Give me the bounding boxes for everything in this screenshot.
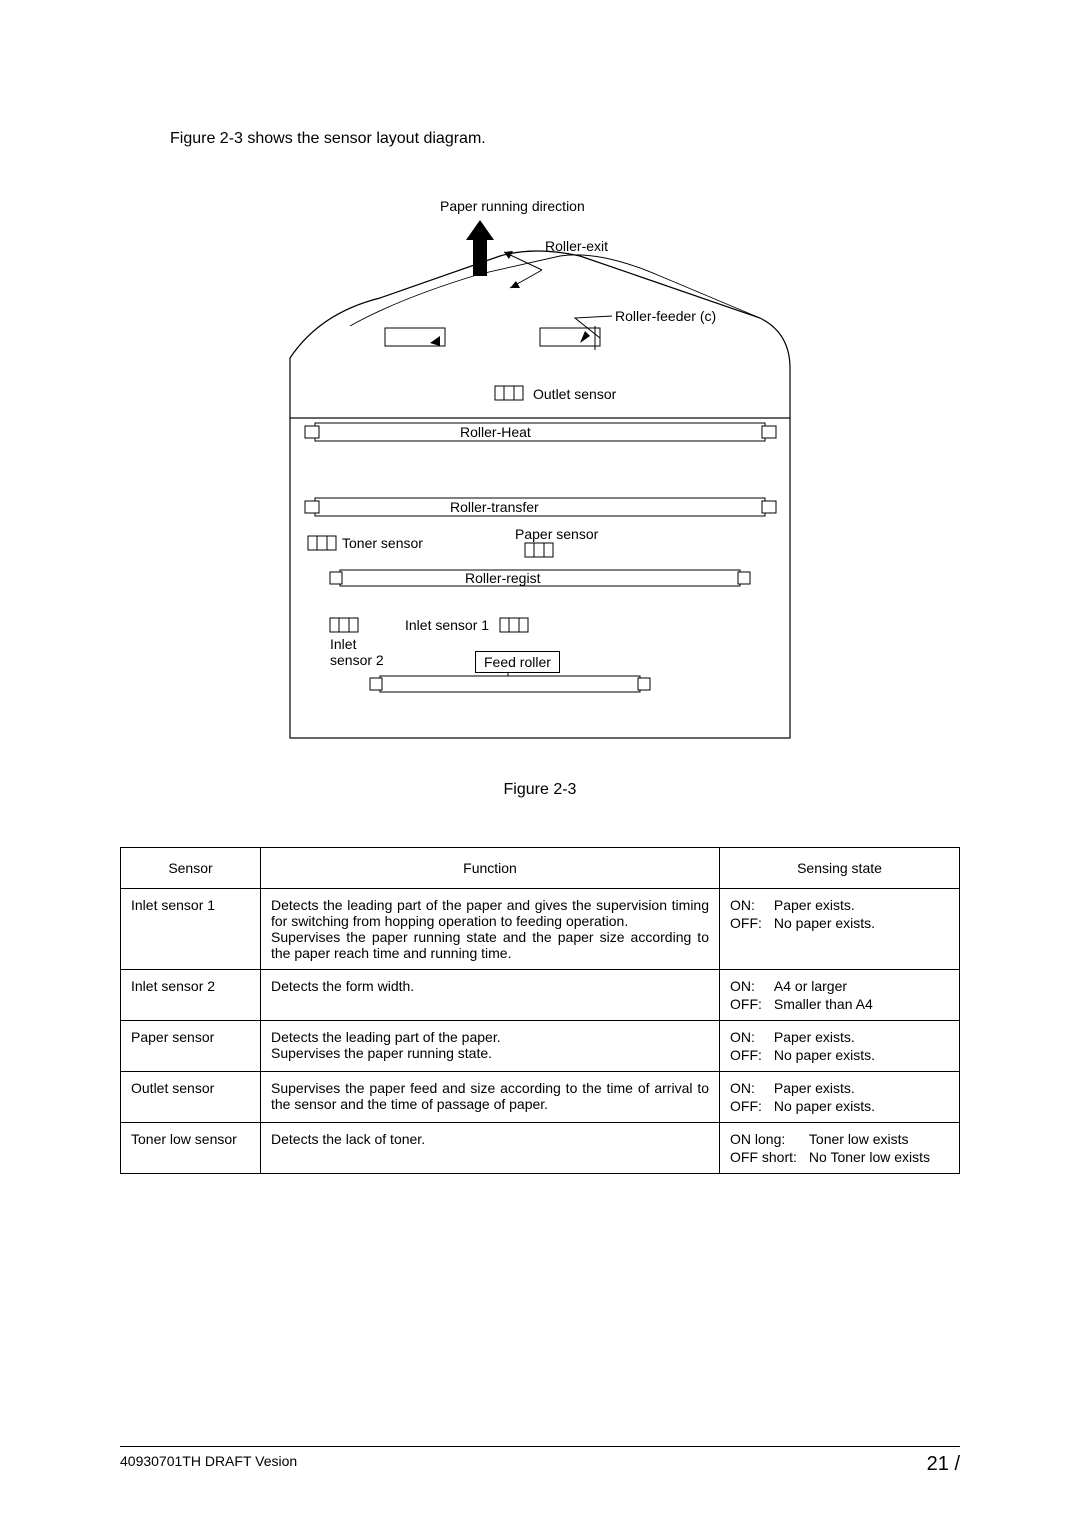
sensor-layout-diagram: Paper running direction Roller-exit Roll…	[280, 198, 800, 748]
state-value: A4 or larger	[774, 978, 949, 994]
cell-function: Supervises the paper feed and size accor…	[261, 1072, 720, 1123]
state-key: OFF:	[730, 996, 762, 1012]
table-row: Outlet sensorSupervises the paper feed a…	[121, 1072, 960, 1123]
label-feed-roller: Feed roller	[475, 651, 560, 673]
th-sensor: Sensor	[121, 848, 261, 889]
cell-function: Detects the leading part of the paper.Su…	[261, 1021, 720, 1072]
label-roller-feeder-c: Roller-feeder (c)	[615, 308, 716, 324]
cell-sensor: Paper sensor	[121, 1021, 261, 1072]
label-paper-sensor: Paper sensor	[515, 526, 598, 542]
th-function: Function	[261, 848, 720, 889]
cell-state: ON: Paper exists. OFF: No paper exists.	[720, 1021, 960, 1072]
state-value: No paper exists.	[774, 1047, 949, 1063]
label-outlet-sensor: Outlet sensor	[533, 386, 616, 402]
cell-function: Detects the form width.	[261, 970, 720, 1021]
state-key: ON:	[730, 978, 762, 994]
label-roller-heat: Roller-Heat	[460, 424, 531, 440]
label-inlet-sensor-2-line2: sensor 2	[330, 652, 384, 668]
footer-left: 40930701TH DRAFT Vesion	[120, 1453, 297, 1476]
label-paper-running-direction: Paper running direction	[440, 198, 585, 214]
label-roller-regist: Roller-regist	[465, 570, 540, 586]
state-value: No paper exists.	[774, 1098, 949, 1114]
state-value: Paper exists.	[774, 1080, 949, 1096]
cell-function: Detects the lack of toner.	[261, 1123, 720, 1174]
table-row: Inlet sensor 2Detects the form width.ON:…	[121, 970, 960, 1021]
state-key: ON:	[730, 897, 762, 913]
figure-caption: Figure 2-3	[120, 781, 960, 799]
label-roller-transfer: Roller-transfer	[450, 499, 539, 515]
sensor-table: Sensor Function Sensing state Inlet sens…	[120, 847, 960, 1174]
table-row: Paper sensorDetects the leading part of …	[121, 1021, 960, 1072]
state-value: No paper exists.	[774, 915, 949, 931]
state-value: Toner low exists	[809, 1131, 949, 1147]
table-row: Toner low sensorDetects the lack of tone…	[121, 1123, 960, 1174]
cell-sensor: Inlet sensor 2	[121, 970, 261, 1021]
label-toner-sensor: Toner sensor	[342, 535, 423, 551]
page-footer: 40930701TH DRAFT Vesion 21 /	[120, 1446, 960, 1476]
state-key: OFF short:	[730, 1149, 797, 1165]
state-key: OFF:	[730, 1098, 762, 1114]
state-value: Smaller than A4	[774, 996, 949, 1012]
label-inlet-sensor-1: Inlet sensor 1	[405, 617, 489, 633]
state-key: OFF:	[730, 915, 762, 931]
label-inlet-sensor-2-line1: Inlet	[330, 636, 356, 652]
cell-state: ON: Paper exists. OFF: No paper exists.	[720, 889, 960, 970]
cell-sensor: Outlet sensor	[121, 1072, 261, 1123]
cell-state: ON: Paper exists. OFF: No paper exists.	[720, 1072, 960, 1123]
cell-function: Detects the leading part of the paper an…	[261, 889, 720, 970]
state-value: Paper exists.	[774, 897, 949, 913]
state-value: Paper exists.	[774, 1029, 949, 1045]
state-key: ON:	[730, 1080, 762, 1096]
diagram-container: Paper running direction Roller-exit Roll…	[120, 198, 960, 753]
table-row: Inlet sensor 1Detects the leading part o…	[121, 889, 960, 970]
label-roller-exit: Roller-exit	[545, 238, 608, 254]
cell-sensor: Inlet sensor 1	[121, 889, 261, 970]
cell-state: ON: A4 or larger OFF: Smaller than A4	[720, 970, 960, 1021]
intro-text: Figure 2-3 shows the sensor layout diagr…	[170, 130, 960, 148]
cell-sensor: Toner low sensor	[121, 1123, 261, 1174]
th-state: Sensing state	[720, 848, 960, 889]
cell-state: ON long: Toner low exists OFF short: No Ton…	[720, 1123, 960, 1174]
footer-page-number: 21 /	[927, 1453, 960, 1476]
state-key: OFF:	[730, 1047, 762, 1063]
state-value: No Toner low exists	[809, 1149, 949, 1165]
state-key: ON long:	[730, 1131, 797, 1147]
state-key: ON:	[730, 1029, 762, 1045]
